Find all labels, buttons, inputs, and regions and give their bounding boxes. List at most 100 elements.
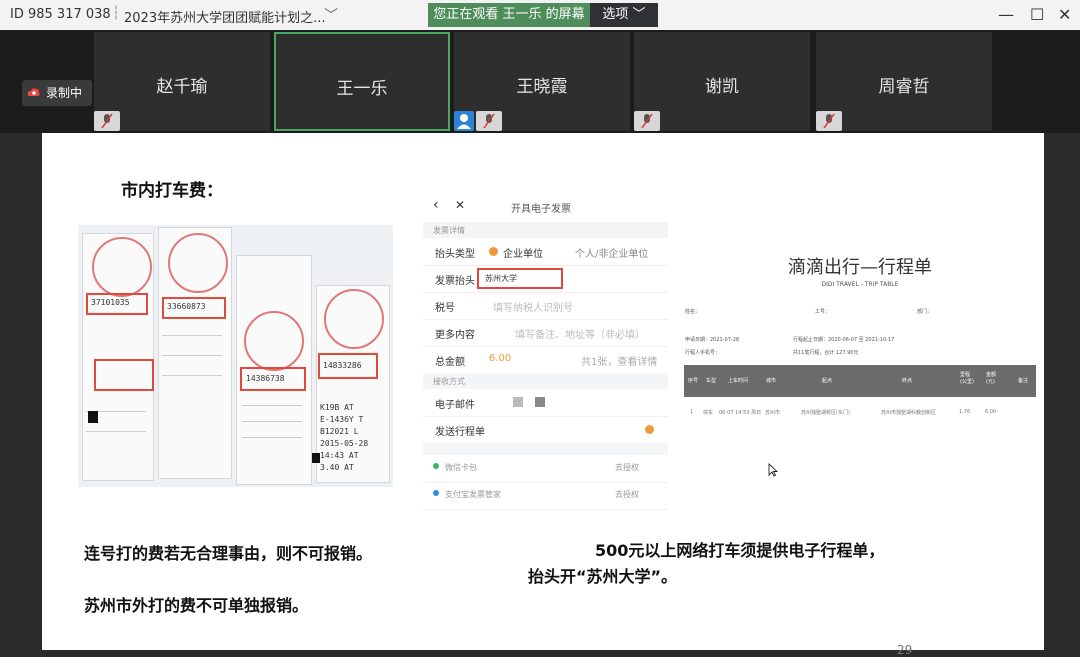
section-header: 接收方式 <box>423 373 668 389</box>
minimize-button[interactable]: — <box>998 5 1014 24</box>
caption-outside-city: 苏州市外打的费不可单独报销。 <box>84 596 309 615</box>
table-header-cell: 车型 <box>706 378 717 384</box>
highlight-box <box>94 359 154 391</box>
taxi-receipts-photo: 37101035 33660873 14386738 14833286 K19B… <box>78 225 393 487</box>
tax-label: 税号 <box>435 303 455 314</box>
options-button[interactable]: 选项 ﹀ <box>590 3 658 27</box>
more-label: 更多内容 <box>435 330 475 341</box>
receipt-line: 14:43 AT <box>320 451 359 460</box>
participant-tile-active[interactable]: 王一乐 <box>274 32 450 131</box>
table-header-cell: 里程(公里) <box>960 372 974 385</box>
maximize-button[interactable]: ☐ <box>1030 5 1044 24</box>
mouse-cursor-icon <box>768 463 778 477</box>
header-value[interactable]: 苏州大学 <box>485 273 517 284</box>
receipt-number: 14833286 <box>323 361 362 370</box>
itinerary-phone: 行程人手机号： <box>685 350 721 356</box>
itinerary-trip-range: 行程起止日期：2020-06-07 至 2021-10-17 <box>793 337 895 343</box>
header-row: 发票抬头 苏州大学 <box>423 265 668 293</box>
close-button[interactable]: ✕ <box>1058 5 1071 24</box>
amount-row: 总金额 6.00 共1张，查看详情 <box>423 346 668 374</box>
radio-selected-icon[interactable] <box>489 247 498 256</box>
invoice-title: 开具电子发票 <box>511 204 571 215</box>
amount-label: 总金额 <box>435 357 465 368</box>
muted-mic-icon <box>634 111 660 131</box>
muted-mic-icon <box>816 111 842 131</box>
table-cell: 1.76 <box>959 409 971 415</box>
highlight-box: 37101035 <box>86 293 148 315</box>
receipt-line: B12021 L <box>320 427 359 436</box>
table-cell: 苏州独墅湖校区(东门) <box>801 410 850 416</box>
receipt-number: 14386738 <box>246 374 285 383</box>
table-header-cell: 上车时间 <box>728 378 749 384</box>
itinerary-row: 发送行程单 <box>423 416 668 444</box>
highlight-box: 14833286 <box>318 353 378 379</box>
e-invoice-form: ‹ ✕ 开具电子发票 发票详情 抬头类型 企业单位 个人/非企业单位 发票抬头 … <box>423 191 668 523</box>
participant-tile[interactable]: 谢凯 <box>634 32 810 131</box>
title-separator: ┆ <box>112 6 120 21</box>
itinerary-id-field: 工号： <box>815 309 831 315</box>
amount-detail-link[interactable]: 共1张，查看详情 <box>581 353 657 368</box>
wechat-label: 微信卡包 <box>445 463 477 472</box>
header-highlight-box: 苏州大学 <box>477 268 563 289</box>
header-label: 发票抬头 <box>435 276 475 287</box>
itinerary-table-header: 序号 车型 上车时间 城市 起点 终点 里程(公里) 金额(元) 备注 <box>684 365 1036 397</box>
participant-tile[interactable]: 赵千瑜 <box>94 32 270 131</box>
back-icon[interactable]: ‹ <box>433 197 439 213</box>
receipt-line: 3.40 AT <box>320 463 354 472</box>
recording-label: 录制中 <box>46 86 83 100</box>
red-stamp <box>92 237 152 297</box>
meeting-title: 2023年苏州大学团团赋能计划之... <box>124 11 326 26</box>
receipt-line: E-1436Y T <box>320 415 364 424</box>
more-row: 更多内容 填写备注、地址等（非必填） <box>423 319 668 347</box>
caption-online-ride: 500元以上网络打车须提供电子行程单， <box>595 541 885 560</box>
alipay-label: 支付宝发票管家 <box>445 490 501 499</box>
participant-strip: 赵千瑜 王一乐 王晓霞 谢凯 周睿哲 <box>0 30 1080 133</box>
participant-name: 周睿哲 <box>878 77 930 97</box>
section-label: 发票详情 <box>433 226 465 235</box>
viewing-screen-text: 您正在观看 王一乐 的屏幕 <box>428 3 590 27</box>
participant-name: 王一乐 <box>336 79 388 99</box>
more-input[interactable]: 填写备注、地址等（非必填） <box>515 326 645 341</box>
wechat-row: 微信卡包 去授权 <box>423 455 668 483</box>
slide-heading: 市内打车费： <box>121 181 223 201</box>
cloud-record-icon <box>27 88 40 96</box>
table-cell: 6.00 <box>985 409 997 415</box>
close-icon[interactable]: ✕ <box>455 198 465 212</box>
table-cell: 快车 <box>703 410 714 416</box>
page-number: 29 <box>897 643 913 657</box>
tax-row: 税号 填写纳税人识别号 <box>423 292 668 320</box>
type-option-company[interactable]: 企业单位 <box>503 245 543 260</box>
host-user-icon <box>454 111 474 131</box>
red-stamp <box>168 233 228 293</box>
participant-name: 王晓霞 <box>516 77 568 97</box>
highlight-box: 33660873 <box>162 297 226 319</box>
chevron-down-icon[interactable]: ﹀ <box>324 5 338 25</box>
muted-mic-icon <box>94 111 120 131</box>
tax-input[interactable]: 填写纳税人识别号 <box>493 299 573 314</box>
participant-name: 赵千瑜 <box>156 77 208 97</box>
meeting-id: ID 985 317 038 <box>10 7 111 22</box>
section-header: 发票详情 <box>423 222 668 238</box>
receipt-number: 37101035 <box>91 298 130 307</box>
caption-invoice-header: 抬头开“苏州大学”。 <box>528 567 678 586</box>
receipt-line: K19B AT <box>320 403 354 412</box>
alipay-row: 支付宝发票管家 去授权 <box>423 482 668 510</box>
itinerary-summary: 共11笔行程，合计 127.90元 <box>793 350 859 356</box>
type-row: 抬头类型 企业单位 个人/非企业单位 <box>423 238 668 266</box>
itinerary-apply-date: 申请日期：2021-07-28 <box>685 337 740 343</box>
alipay-authorize-link[interactable]: 去授权 <box>615 489 639 500</box>
participant-tile[interactable]: 周睿哲 <box>816 32 992 131</box>
table-header-cell: 终点 <box>902 378 913 384</box>
check-icon[interactable] <box>645 425 654 434</box>
red-stamp <box>324 289 384 349</box>
table-header-cell: 备注 <box>1018 378 1029 384</box>
wechat-authorize-link[interactable]: 去授权 <box>615 462 639 473</box>
email-row: 电子邮件 <box>423 389 668 417</box>
itinerary-label: 发送行程单 <box>435 427 485 438</box>
red-stamp <box>244 311 304 371</box>
table-cell: 苏州市 <box>765 410 781 416</box>
recording-indicator[interactable]: 录制中 <box>22 80 92 106</box>
section-label: 接收方式 <box>433 377 465 386</box>
type-option-personal[interactable]: 个人/非企业单位 <box>575 245 648 260</box>
receipt-number: 33660873 <box>167 302 206 311</box>
